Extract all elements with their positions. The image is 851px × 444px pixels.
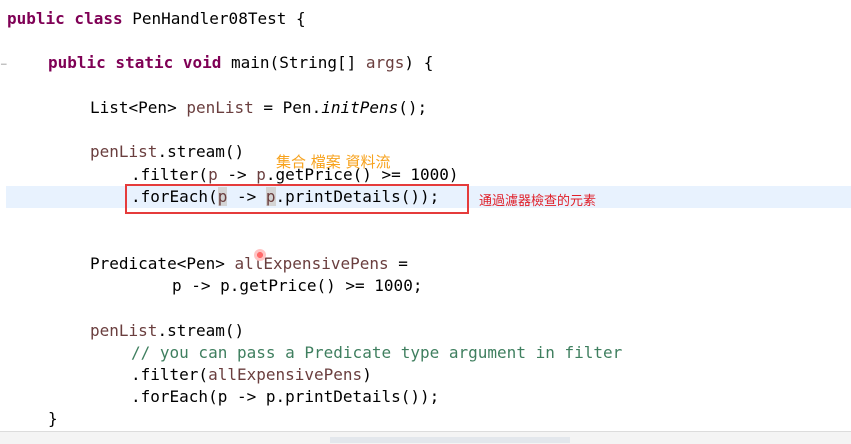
args-param: args [365, 53, 405, 72]
predicate-var: allExpensivePens [208, 365, 363, 384]
lambda-param: p [208, 165, 218, 184]
pen-list-var: penList [90, 321, 158, 340]
lambda-param: p [256, 165, 266, 184]
type: List<Pen> [90, 98, 187, 117]
keyword: public static void [48, 53, 222, 72]
assign: = [388, 254, 408, 273]
stream-call: .stream() [157, 321, 245, 340]
code-line-class-declaration: public class PenHandler08Test { [7, 8, 306, 30]
code-line-close-brace: } [48, 409, 58, 428]
code-line-list-init: List<Pen> penList = Pen.initPens(); [90, 97, 427, 119]
arrow: -> [217, 165, 257, 184]
type: Predicate<Pen> [90, 254, 235, 273]
filter-call: .filter( [131, 365, 209, 384]
code-line-main-declaration: public static void main(String[] args) { [48, 52, 433, 74]
code-line-predicate-body: p -> p.getPrice() >= 1000; [172, 275, 422, 297]
pen-list-var: penList [90, 142, 158, 161]
annotation-highlight-box [125, 184, 469, 214]
annotation-callout-text: 通過濾器檢查的元素 [479, 194, 597, 209]
predicate-lambda: p -> p.getPrice() >= 1000; [172, 276, 423, 295]
stream-call: .stream() [157, 142, 245, 161]
code-editor[interactable]: − public class PenHandler08Test { public… [0, 0, 851, 444]
code-line-stream-2: penList.stream() [90, 320, 244, 342]
code-line-filter-2: .filter(allExpensivePens) [131, 364, 372, 386]
foreach-statement: .forEach(p -> p.printDetails()); [131, 387, 440, 406]
pen-list-var: penList [186, 98, 254, 117]
keyword: public class [7, 9, 123, 28]
code-line-foreach-2: .forEach(p -> p.printDetails()); [131, 386, 439, 408]
main-open: ) { [404, 53, 434, 72]
annotation-collection-note: 集合 檔案 資料流 [276, 153, 391, 171]
assign: = Pen. [253, 98, 322, 117]
init-pens-call: initPens [321, 98, 399, 117]
code-line-stream-1: penList.stream() [90, 141, 244, 163]
fold-marker-icon[interactable]: − [0, 60, 8, 70]
filter-call: .filter( [131, 165, 209, 184]
main-signature: main(String[] [221, 53, 366, 72]
code-line-comment: // you can pass a Predicate type argumen… [131, 343, 623, 362]
filter-end: ) [362, 365, 372, 384]
horizontal-scrollbar[interactable] [330, 437, 570, 443]
mouse-cursor-icon [254, 249, 266, 261]
class-name: PenHandler08Test { [122, 9, 306, 28]
code-line-predicate-decl: Predicate<Pen> allExpensivePens = [90, 253, 408, 275]
call-end: (); [398, 98, 428, 117]
